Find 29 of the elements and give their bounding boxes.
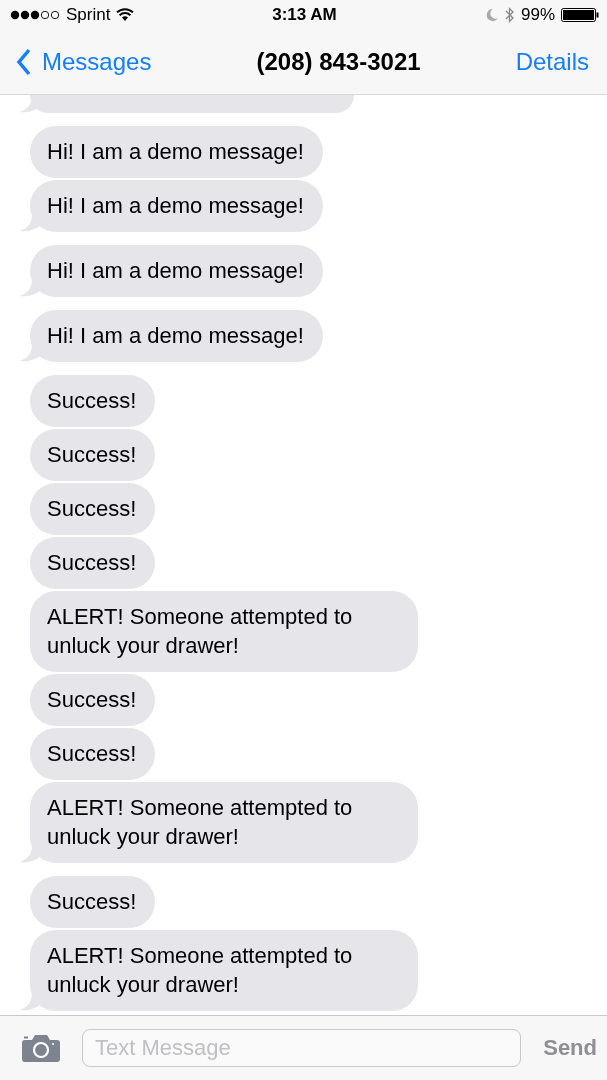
message-bubble: Hi! I am a demo message! — [30, 180, 323, 232]
message-bubble: ALERT! Someone attempted to unluck your drawer! — [30, 591, 418, 672]
send-button[interactable]: Send — [543, 1035, 597, 1061]
moon-icon — [484, 8, 499, 22]
battery-percent: 99% — [520, 5, 555, 25]
message-bubble: Success! — [30, 728, 156, 780]
message-bubble: Success! — [30, 674, 156, 726]
message-bubble: Hi! I am a demo message! — [30, 245, 323, 297]
message-bubble: ALERT! Someone attempted to unluck your drawer! — [30, 782, 418, 863]
message-bubble: ALERT! Someone attempted to unluck your drawer! — [30, 930, 418, 1011]
chevron-left-icon — [16, 48, 32, 76]
carrier-name: Sprint — [66, 5, 111, 25]
message-bubble: Hi! I am a demo message! — [30, 126, 323, 178]
camera-icon[interactable] — [22, 1034, 60, 1062]
message-bubble: Success! — [30, 429, 156, 481]
wifi-icon — [116, 8, 135, 22]
signal-icon — [10, 10, 60, 20]
message-bubble: Hi! I am a demo message! — [30, 310, 323, 362]
message-bubble: Success! — [30, 537, 156, 589]
message-bubble: Success! — [30, 483, 156, 535]
message-input[interactable]: Text Message — [82, 1029, 522, 1067]
battery-icon — [561, 8, 599, 22]
bluetooth-icon — [504, 6, 515, 24]
contact-number: (208) 843-3021 — [256, 48, 421, 76]
clock-time: 3:13 AM — [272, 5, 337, 25]
details-button[interactable]: Details — [515, 48, 589, 76]
message-bubble: Success! — [30, 876, 156, 928]
back-button[interactable]: Messages — [16, 48, 152, 76]
message-bubble: Success! — [30, 375, 156, 427]
